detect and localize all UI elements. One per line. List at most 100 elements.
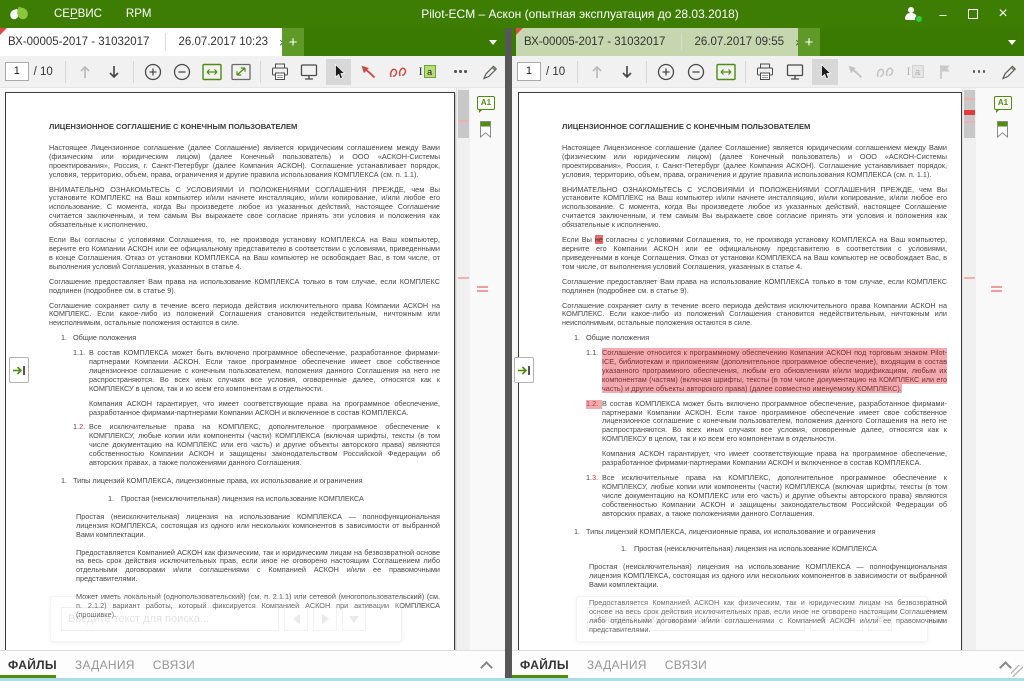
search-input[interactable] — [587, 607, 805, 631]
diff-tick — [964, 121, 975, 123]
doc-paragraph: Простая (неисключительная) лицензия на и… — [589, 563, 947, 590]
page-number-input[interactable]: 1 — [5, 62, 29, 81]
expand-panel-button[interactable] — [514, 357, 534, 383]
add-tab-button[interactable]: + — [798, 28, 820, 56]
text-highlight-button[interactable]: Ia — [902, 59, 928, 85]
more-tools-button[interactable] — [448, 59, 474, 85]
doc-paragraph: 1.Простая (неисключительная) лицензия на… — [49, 495, 440, 504]
flag-icon — [937, 63, 953, 80]
pane-divider[interactable] — [505, 28, 512, 678]
document-scrollbar[interactable] — [962, 88, 976, 650]
close-button[interactable]: × — [988, 0, 1018, 28]
doc-paragraph: 1.Общие положения — [562, 334, 947, 343]
user-status-icon[interactable] — [898, 0, 928, 28]
right-document-area: ЛИЦЕНЗИОННОЕ СОГЛАШЕНИЕ С КОНЕЧНЫМ ПОЛЬЗ… — [512, 88, 1024, 650]
search-next-button[interactable] — [313, 607, 337, 631]
tab-links[interactable]: СВЯЗИ — [665, 658, 707, 672]
zoom-out-button[interactable] — [169, 59, 195, 85]
search-overlay — [50, 596, 402, 642]
document-page[interactable]: ЛИЦЕНЗИОННОЕ СОГЛАШЕНИЕ С КОНЕЧНЫМ ПОЛЬЗ… — [518, 92, 962, 650]
next-page-button[interactable] — [101, 59, 127, 85]
doc-paragraph: Компания АСКОН гарантирует, что имеет со… — [602, 450, 947, 468]
annotation-badge[interactable]: A1 — [994, 96, 1012, 110]
tab-files[interactable]: ФАЙЛЫ — [8, 658, 57, 672]
search-prev-button[interactable] — [810, 607, 834, 631]
printer-icon — [755, 63, 775, 81]
page-number-input[interactable]: 1 — [517, 62, 541, 81]
tab-links[interactable]: СВЯЗИ — [153, 658, 195, 672]
diff-tick-bold — [964, 110, 975, 115]
edit-annotations-button[interactable] — [996, 59, 1022, 85]
ellipsis-icon — [973, 70, 986, 73]
fit-page-icon — [231, 63, 251, 81]
add-tab-button[interactable]: + — [282, 28, 304, 56]
document-scrollbar[interactable] — [456, 88, 470, 650]
fit-width-button[interactable] — [713, 59, 739, 85]
zoom-in-button[interactable] — [140, 59, 166, 85]
search-prev-button[interactable] — [284, 607, 308, 631]
doc-paragraph: Компания АСКОН гарантирует, что имеет со… — [89, 400, 440, 418]
tab-files[interactable]: ФАЙЛЫ — [520, 658, 569, 672]
doc-paragraph: Если Вы согласны с условиями Соглашения,… — [49, 236, 440, 272]
search-next-button[interactable] — [839, 607, 863, 631]
document-content: ЛИЦЕНЗИОННОЕ СОГЛАШЕНИЕ С КОНЕЧНЫМ ПОЛЬЗ… — [49, 123, 440, 626]
left-bottom-bar: ФАЙЛЫ ЗАДАНИЯ СВЯЗИ — [0, 650, 505, 678]
annotation-badge[interactable]: A1 — [477, 96, 495, 110]
print-button[interactable] — [752, 59, 778, 85]
chevron-up-icon[interactable] — [999, 661, 1012, 674]
red-arrow-icon — [359, 64, 377, 80]
zoom-out-icon — [172, 62, 192, 82]
print-button[interactable] — [267, 59, 293, 85]
menu-item-service[interactable]: СЕРВИС — [42, 3, 114, 25]
bookmark-icon[interactable] — [996, 120, 1009, 139]
zoom-in-button[interactable] — [653, 59, 679, 85]
bookmark-icon[interactable] — [479, 120, 492, 139]
more-tools-button[interactable] — [966, 59, 992, 85]
flag-annotation-button[interactable] — [932, 59, 958, 85]
squiggle-annotation-button[interactable] — [385, 59, 411, 85]
tab-tasks[interactable]: ЗАДАНИЯ — [75, 658, 135, 672]
arrow-annotation-button[interactable] — [842, 59, 868, 85]
select-tool-button[interactable] — [812, 59, 838, 85]
tab-tasks[interactable]: ЗАДАНИЯ — [587, 658, 647, 672]
squiggle-annotation-button[interactable] — [872, 59, 898, 85]
doc-paragraph: 1.Типы лицензий КОМПЛЕКСА, лицензионные … — [49, 477, 440, 486]
arrow-into-bar-icon — [517, 365, 531, 376]
previous-page-button[interactable] — [72, 59, 98, 85]
presentation-button[interactable] — [296, 59, 322, 85]
select-tool-button[interactable] — [326, 59, 352, 85]
scrollbar-thumb[interactable] — [458, 90, 469, 138]
arrow-annotation-button[interactable] — [355, 59, 381, 85]
search-options-button[interactable] — [868, 607, 892, 631]
next-page-button[interactable] — [614, 59, 640, 85]
chevron-up-icon[interactable] — [480, 661, 493, 674]
presentation-button[interactable] — [782, 59, 808, 85]
fit-width-button[interactable] — [199, 59, 225, 85]
search-input[interactable] — [61, 607, 279, 631]
arrow-down-icon — [620, 64, 634, 80]
edit-annotations-button[interactable] — [477, 59, 503, 85]
document-page[interactable]: ЛИЦЕНЗИОННОЕ СОГЛАШЕНИЕ С КОНЕЧНЫМ ПОЛЬЗ… — [5, 92, 455, 650]
maximize-button[interactable] — [958, 0, 988, 28]
pencil-icon — [481, 63, 499, 81]
minimize-button[interactable]: – — [928, 0, 958, 28]
doc-paragraph: Соглашение предоставляет Вам права на ис… — [49, 278, 440, 296]
diff-tick — [458, 120, 469, 122]
search-options-button[interactable] — [342, 607, 366, 631]
fit-page-button[interactable] — [228, 59, 254, 85]
resize-grip[interactable] — [1011, 665, 1023, 677]
page-total-label: / 10 — [34, 66, 53, 78]
left-document-tab[interactable]: ВХ-00005-2017 - 31032017 26.07.2017 10:2… — [0, 28, 297, 56]
zoom-out-button[interactable] — [683, 59, 709, 85]
doc-paragraph: 1.2.В состав КОМПЛЕКСА может быть включе… — [562, 400, 947, 445]
right-tab-strip: ВХ-00005-2017 - 31032017 26.07.2017 09:5… — [512, 28, 1024, 56]
doc-paragraph: Соглашение предоставляет Вам права на ис… — [562, 278, 947, 296]
previous-page-button[interactable] — [584, 59, 610, 85]
doc-paragraph: Соглашение сохраняет силу в течение всег… — [49, 302, 440, 329]
text-highlight-button[interactable]: Ia — [414, 59, 440, 85]
expand-panel-button[interactable] — [9, 357, 29, 383]
menu-item-rpm[interactable]: RPM — [114, 3, 164, 25]
tab-list-dropdown-icon[interactable] — [489, 40, 497, 45]
tab-list-dropdown-icon[interactable] — [1008, 40, 1016, 45]
right-document-tab[interactable]: ВХ-00005-2017 - 31032017 26.07.2017 09:5… — [516, 28, 813, 56]
